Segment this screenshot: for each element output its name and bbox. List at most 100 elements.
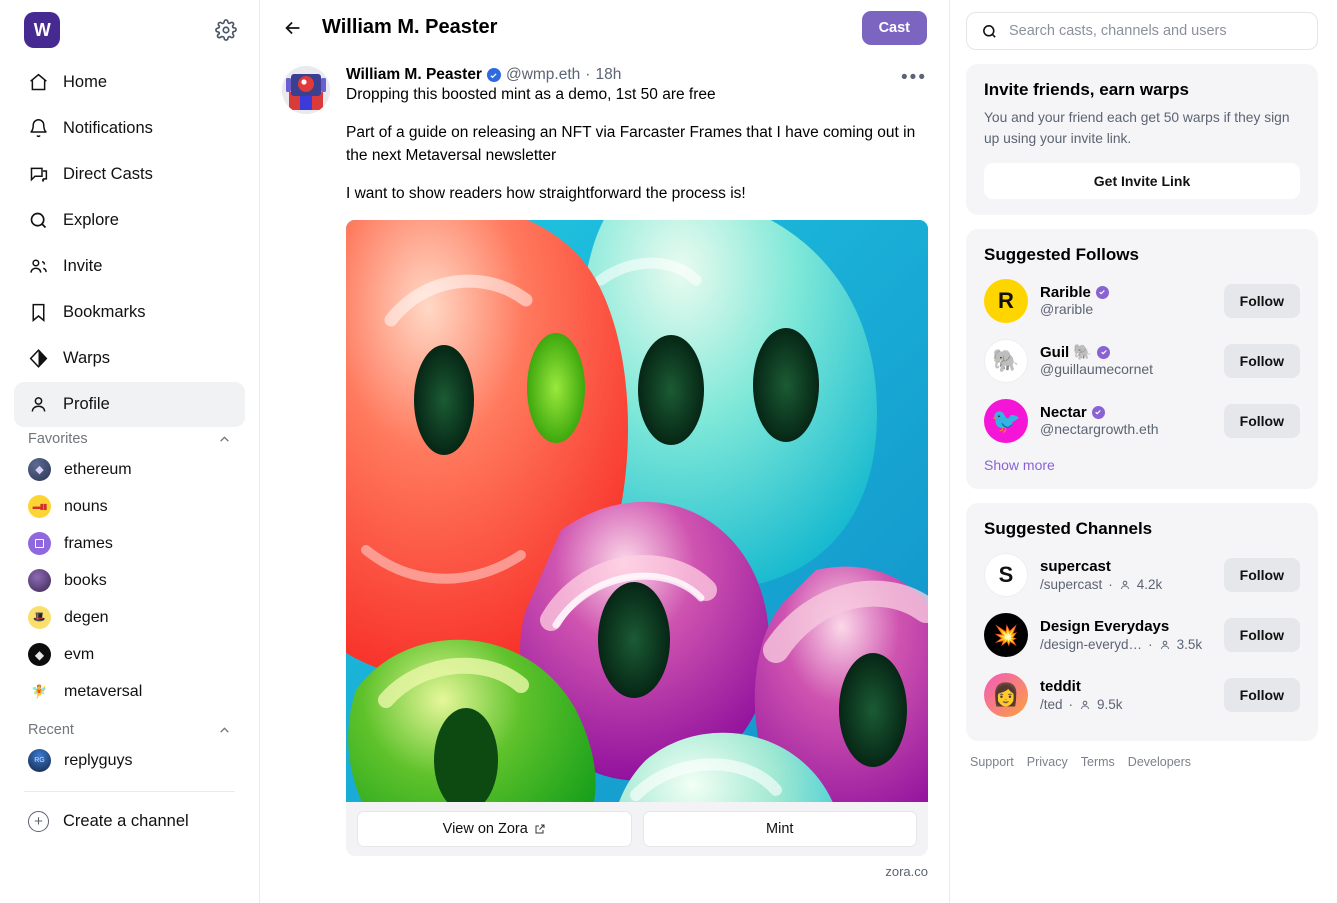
sidebar-item-home[interactable]: Home: [14, 60, 245, 105]
footer-link-privacy[interactable]: Privacy: [1027, 755, 1068, 769]
sidebar-item-direct-casts[interactable]: Direct Casts: [14, 152, 245, 197]
create-channel-button[interactable]: + Create a channel: [14, 800, 245, 842]
recent-section-header[interactable]: Recent: [14, 718, 245, 742]
search-bar[interactable]: [966, 12, 1318, 50]
channel-label: evm: [64, 645, 95, 663]
frame-action-bar: View on Zora Mint: [346, 801, 928, 856]
follow-button[interactable]: Follow: [1223, 678, 1300, 713]
channel-item-evm[interactable]: ◆ evm: [14, 636, 245, 673]
suggested-user-handle[interactable]: @guillaumecornet: [1040, 361, 1153, 377]
suggested-user-info: Guil 🐘 @guillaumecornet: [1040, 343, 1212, 379]
sidebar-header: W: [14, 10, 245, 58]
sidebar-item-bookmarks[interactable]: Bookmarks: [14, 290, 245, 335]
show-more-link[interactable]: Show more: [984, 457, 1300, 473]
suggested-user-name[interactable]: Guil 🐘: [1040, 343, 1092, 361]
center-column: William M. Peaster Cast William M. Peast…: [260, 0, 950, 903]
follow-button[interactable]: Follow: [1223, 558, 1300, 593]
follow-button[interactable]: Follow: [1223, 344, 1300, 379]
avatar[interactable]: 🐘: [984, 339, 1028, 384]
cast-meta-row: William M. Peaster @wmp.eth · 18h •••: [346, 66, 927, 87]
footer-link-support[interactable]: Support: [970, 755, 1014, 769]
channel-avatar: [28, 569, 51, 592]
channel-info: Design Everydays /design-everyd… · 3.5k: [1040, 618, 1212, 652]
suggested-user-info: Nectar @nectargrowth.eth: [1040, 404, 1212, 439]
cast-text-para3: I want to show readers how straightforwa…: [346, 185, 746, 203]
cast-author-handle[interactable]: @wmp.eth: [506, 66, 580, 84]
view-on-zora-button[interactable]: View on Zora: [357, 810, 632, 847]
channel-avatar: [28, 532, 51, 555]
channel-item-replyguys[interactable]: RG replyguys: [14, 742, 245, 779]
list-item: S supercast /supercast · 4.2k Follow: [984, 545, 1300, 605]
get-invite-link-button[interactable]: Get Invite Link: [984, 163, 1300, 200]
cast-author-name[interactable]: William M. Peaster: [346, 66, 482, 84]
chevron-up-icon[interactable]: [218, 433, 231, 446]
mint-button[interactable]: Mint: [642, 810, 917, 847]
search-icon: [981, 23, 998, 40]
channel-item-ethereum[interactable]: ◆ ethereum: [14, 451, 245, 488]
channel-name[interactable]: Design Everydays: [1040, 618, 1212, 635]
search-icon: [28, 210, 49, 231]
channel-label: nouns: [64, 497, 108, 515]
chevron-up-icon[interactable]: [218, 724, 231, 737]
channel-name[interactable]: teddit: [1040, 678, 1212, 695]
avatar[interactable]: 👩: [984, 673, 1028, 718]
users-icon: [28, 256, 49, 277]
follow-button[interactable]: Follow: [1223, 404, 1300, 439]
channel-item-degen[interactable]: 🎩 degen: [14, 599, 245, 636]
center-header: William M. Peaster Cast: [260, 0, 949, 56]
channel-meta: /design-everyd… · 3.5k: [1040, 637, 1212, 652]
list-item: R Rarible @rarible Follow: [984, 271, 1300, 331]
follow-button[interactable]: Follow: [1223, 618, 1300, 653]
warpcast-logo[interactable]: W: [24, 12, 60, 48]
cast-more-options-icon[interactable]: •••: [901, 68, 927, 87]
suggested-follows-card: Suggested Follows R Rarible @rarible Fol…: [966, 229, 1318, 490]
channel-member-count: 4.2k: [1136, 577, 1163, 593]
search-input[interactable]: [1009, 23, 1303, 39]
invite-card-title: Invite friends, earn warps: [984, 80, 1190, 99]
frame-embed: View on Zora Mint zora.co: [346, 219, 928, 879]
channel-avatar: 🧚: [31, 683, 48, 699]
sidebar-item-profile[interactable]: Profile: [14, 382, 245, 427]
gear-icon[interactable]: [215, 19, 237, 41]
footer-link-terms[interactable]: Terms: [1081, 755, 1115, 769]
channel-item-nouns[interactable]: ▬▮▮ nouns: [14, 488, 245, 525]
channel-slug: /supercast: [1040, 577, 1103, 593]
channel-item-metaversal[interactable]: 🧚 metaversal: [14, 673, 245, 710]
avatar[interactable]: [282, 66, 330, 114]
suggested-user-handle[interactable]: @nectargrowth.eth: [1040, 421, 1159, 437]
suggested-user-name-row: Rarible: [1040, 284, 1212, 301]
suggested-user-info: Rarible @rarible: [1040, 284, 1212, 319]
suggested-user-name[interactable]: Nectar: [1040, 404, 1087, 421]
meta-separator: ·: [1108, 577, 1113, 593]
suggested-user-handle[interactable]: @rarible: [1040, 301, 1093, 317]
sidebar-item-invite[interactable]: Invite: [14, 244, 245, 289]
favorites-section-header[interactable]: Favorites: [14, 427, 245, 451]
sidebar-item-label: Direct Casts: [63, 165, 153, 183]
avatar[interactable]: 🐦: [984, 399, 1028, 444]
sidebar-item-notifications[interactable]: Notifications: [14, 106, 245, 151]
follow-button[interactable]: Follow: [1223, 284, 1300, 319]
sidebar-item-explore[interactable]: Explore: [14, 198, 245, 243]
footer-link-developers[interactable]: Developers: [1128, 755, 1191, 769]
channel-item-frames[interactable]: frames: [14, 525, 245, 562]
cast-button[interactable]: Cast: [861, 10, 927, 45]
sidebar-item-warps[interactable]: Warps: [14, 336, 245, 381]
back-arrow-icon[interactable]: [282, 17, 304, 39]
create-channel-label: Create a channel: [63, 811, 189, 830]
channel-item-books[interactable]: books: [14, 562, 245, 599]
channel-meta: /ted · 9.5k: [1040, 697, 1212, 712]
suggested-user-name-row: Nectar: [1040, 404, 1212, 421]
suggested-user-name[interactable]: Rarible: [1040, 284, 1091, 301]
avatar[interactable]: 💥: [984, 613, 1028, 658]
bell-icon: [28, 118, 49, 139]
avatar[interactable]: S: [984, 553, 1028, 598]
left-sidebar: W Home Notifications Direct Casts Explor…: [0, 0, 260, 903]
right-sidebar: Invite friends, earn warps You and your …: [950, 0, 1336, 903]
channel-slug: /design-everyd…: [1040, 637, 1143, 653]
nft-artwork[interactable]: [346, 219, 928, 802]
channel-name[interactable]: supercast: [1040, 558, 1212, 575]
footer-links: Support Privacy Terms Developers: [966, 741, 1318, 769]
avatar[interactable]: R: [984, 279, 1028, 324]
list-item: 💥 Design Everydays /design-everyd… · 3.5…: [984, 605, 1300, 665]
favorites-label: Favorites: [28, 431, 88, 447]
